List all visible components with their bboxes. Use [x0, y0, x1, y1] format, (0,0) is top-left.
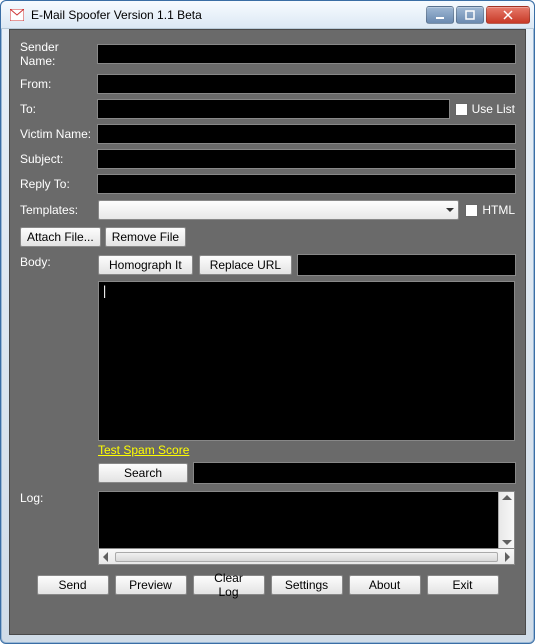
from-input[interactable]: [98, 75, 515, 93]
log-textarea[interactable]: [98, 491, 515, 549]
search-button[interactable]: Search: [98, 463, 188, 483]
horizontal-scrollbar[interactable]: [98, 549, 515, 565]
checkbox-icon: [455, 103, 468, 116]
subject-input[interactable]: [98, 150, 515, 168]
html-checkbox[interactable]: HTML: [465, 203, 515, 217]
clear-log-button[interactable]: Clear Log: [193, 575, 265, 595]
log-label: Log:: [20, 491, 92, 505]
maximize-button[interactable]: [456, 6, 484, 24]
reply-to-label: Reply To:: [20, 177, 92, 191]
to-input[interactable]: [98, 100, 449, 118]
templates-combobox[interactable]: [98, 200, 459, 220]
about-button[interactable]: About: [349, 575, 421, 595]
test-spam-score-link[interactable]: Test Spam Score: [98, 443, 189, 457]
settings-button[interactable]: Settings: [271, 575, 343, 595]
replace-url-input[interactable]: [298, 255, 515, 275]
exit-button[interactable]: Exit: [427, 575, 499, 595]
victim-name-label: Victim Name:: [20, 127, 92, 141]
html-label: HTML: [482, 203, 515, 217]
use-list-label: Use List: [472, 102, 515, 116]
vertical-scrollbar[interactable]: [498, 492, 514, 548]
send-button[interactable]: Send: [37, 575, 109, 595]
bottom-button-bar: Send Preview Clear Log Settings About Ex…: [20, 575, 515, 595]
body-label: Body:: [20, 255, 92, 269]
chevron-down-icon: [446, 208, 454, 212]
minimize-button[interactable]: [426, 6, 454, 24]
titlebar[interactable]: E-Mail Spoofer Version 1.1 Beta: [1, 1, 534, 29]
window-controls: [426, 6, 530, 24]
reply-to-input[interactable]: [98, 175, 515, 193]
replace-url-button[interactable]: Replace URL: [199, 255, 292, 275]
use-list-checkbox[interactable]: Use List: [455, 102, 515, 116]
search-input[interactable]: [194, 463, 515, 483]
from-label: From:: [20, 77, 92, 91]
to-label: To:: [20, 102, 92, 116]
subject-label: Subject:: [20, 152, 92, 166]
body-textarea[interactable]: |: [98, 281, 515, 441]
envelope-icon: [9, 7, 25, 23]
checkbox-icon: [465, 204, 478, 217]
remove-file-button[interactable]: Remove File: [105, 227, 186, 247]
templates-label: Templates:: [20, 203, 92, 217]
attach-file-button[interactable]: Attach File...: [20, 227, 101, 247]
window-title: E-Mail Spoofer Version 1.1 Beta: [31, 8, 426, 22]
sender-name-label: Sender Name:: [20, 40, 92, 68]
homograph-it-button[interactable]: Homograph It: [98, 255, 193, 275]
close-button[interactable]: [486, 6, 530, 24]
app-window: E-Mail Spoofer Version 1.1 Beta Sender N…: [0, 0, 535, 644]
victim-name-input[interactable]: [98, 125, 515, 143]
client-area: Sender Name: From: To: Use List Victim N…: [9, 29, 526, 635]
sender-name-input[interactable]: [98, 45, 515, 63]
preview-button[interactable]: Preview: [115, 575, 187, 595]
